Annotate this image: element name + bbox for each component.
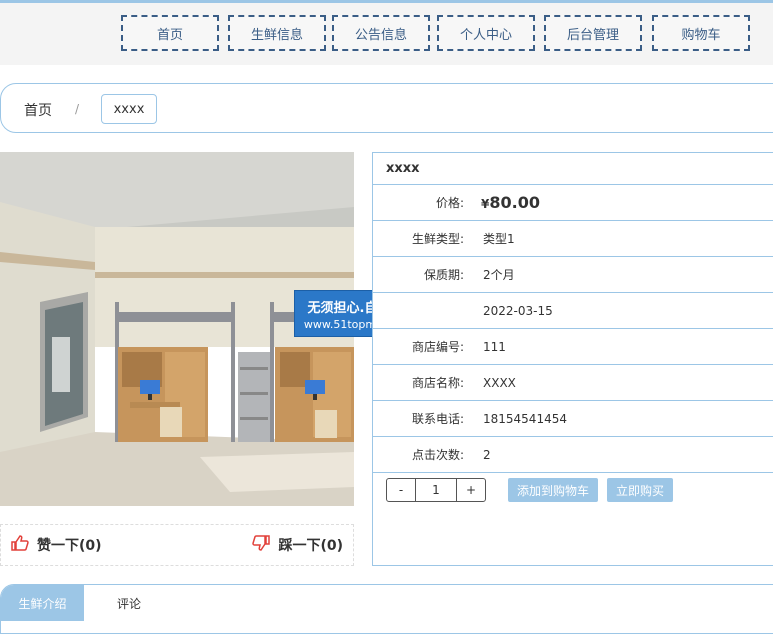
field-value: 2 (483, 447, 491, 462)
tab-comments[interactable]: 评论 (89, 585, 169, 621)
field-row: 联系电话: 18154541454 (373, 401, 773, 437)
field-row: 商店编号: 111 (373, 329, 773, 365)
dislike-button[interactable]: 踩一下(0) (252, 535, 343, 555)
price-amount: 80.00 (489, 193, 540, 212)
quantity-input[interactable]: 1 (416, 479, 456, 501)
field-label: 商店名称: (411, 376, 464, 390)
field-row: 商店名称: XXXX (373, 365, 773, 401)
tab-product-intro[interactable]: 生鲜介绍 (1, 585, 84, 621)
field-row: 保质期: 2个月 (373, 257, 773, 293)
breadcrumb: 首页 / xxxx (0, 83, 773, 133)
field-value: 2022-03-15 (483, 303, 553, 318)
field-label: 商店编号: (411, 340, 464, 354)
add-to-cart-button[interactable]: 添加到购物车 (508, 478, 599, 502)
field-value: 18154541454 (483, 411, 567, 426)
product-title: xxxx (373, 153, 773, 185)
breadcrumb-separator: / (75, 102, 80, 116)
field-value: 111 (483, 339, 506, 354)
breadcrumb-current: xxxx (101, 94, 157, 124)
nav-cart[interactable]: 购物车 (652, 15, 750, 51)
nav-personal-center[interactable]: 个人中心 (437, 15, 535, 51)
dislike-label: 踩一下(0) (278, 538, 343, 554)
quantity-increase-button[interactable]: + (456, 479, 485, 501)
field-row: 2022-03-15 (373, 293, 773, 329)
nav-home[interactable]: 首页 (121, 15, 219, 51)
breadcrumb-home[interactable]: 首页 (24, 100, 52, 120)
top-navigation: 首页 生鲜信息 公告信息 个人中心 后台管理 购物车 (0, 3, 773, 65)
field-value: 类型1 (483, 232, 515, 246)
field-row: 点击次数: 2 (373, 437, 773, 473)
field-row: 生鲜类型: 类型1 (373, 221, 773, 257)
nav-announcements[interactable]: 公告信息 (332, 15, 430, 51)
field-label: 生鲜类型: (411, 232, 464, 246)
quantity-stepper: - 1 + (386, 478, 486, 502)
thumbs-down-icon (252, 535, 271, 555)
field-label: 点击次数: (411, 448, 464, 462)
price-row: 价格: ¥80.00 (373, 185, 773, 221)
quantity-decrease-button[interactable]: - (387, 479, 416, 501)
field-value: XXXX (483, 375, 516, 390)
detail-tabs: 生鲜介绍 评论 (0, 584, 773, 634)
like-button[interactable]: 赞一下(0) (11, 535, 102, 555)
field-value: 2个月 (483, 268, 515, 282)
thumbs-up-icon (11, 535, 29, 555)
purchase-actions: - 1 + 添加到购物车 立即购买 (373, 473, 773, 507)
field-label: 联系电话: (411, 412, 464, 426)
like-label: 赞一下(0) (37, 538, 102, 554)
buy-now-button[interactable]: 立即购买 (607, 478, 674, 502)
price-value: ¥80.00 (464, 193, 540, 212)
nav-fresh-info[interactable]: 生鲜信息 (228, 15, 326, 51)
nav-admin[interactable]: 后台管理 (544, 15, 642, 51)
price-label: 价格: (435, 196, 464, 210)
product-detail-panel: xxxx 价格: ¥80.00 生鲜类型: 类型1 保质期: 2个月 2022-… (372, 152, 773, 566)
field-label: 保质期: (423, 268, 464, 282)
feedback-box: 赞一下(0) 踩一下(0) (0, 524, 354, 566)
